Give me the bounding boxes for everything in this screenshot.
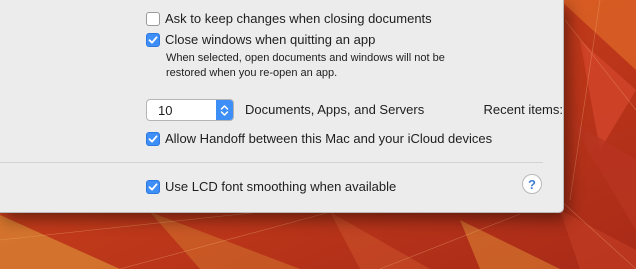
ask-keep-changes-label: Ask to keep changes when closing documen… [165, 11, 432, 26]
separator [0, 162, 543, 163]
lcd-smoothing-row[interactable]: Use LCD font smoothing when available [146, 179, 396, 194]
handoff-checkbox[interactable] [146, 131, 160, 146]
recent-items-label: Recent items: [483, 102, 563, 117]
ask-keep-changes-row[interactable]: Ask to keep changes when closing documen… [146, 11, 432, 26]
recent-items-value: 10 [158, 102, 173, 118]
help-icon: ? [528, 176, 536, 192]
recent-items-suffix: Documents, Apps, and Servers [245, 102, 425, 117]
close-windows-help-line-1: When selected, open documents and window… [166, 52, 445, 64]
help-button[interactable]: ? [522, 174, 542, 194]
close-windows-checkbox[interactable] [146, 32, 160, 47]
ask-keep-changes-checkbox[interactable] [146, 11, 160, 26]
close-windows-row[interactable]: Close windows when quitting an app [146, 32, 375, 47]
general-preferences-window: Ask to keep changes when closing documen… [0, 0, 564, 213]
lcd-smoothing-label: Use LCD font smoothing when available [165, 179, 397, 194]
handoff-label: Allow Handoff between this Mac and your … [165, 131, 493, 146]
handoff-row[interactable]: Allow Handoff between this Mac and your … [146, 131, 492, 146]
checkmark-icon [148, 35, 158, 43]
popup-arrows-icon[interactable] [216, 100, 233, 120]
checkmark-icon [148, 134, 158, 142]
lcd-smoothing-checkbox[interactable] [146, 179, 160, 194]
checkmark-icon [148, 182, 158, 190]
close-windows-label: Close windows when quitting an app [165, 32, 376, 47]
close-windows-help-line-2: restored when you re-open an app. [166, 67, 338, 79]
recent-items-popup[interactable]: 10 [146, 99, 234, 121]
